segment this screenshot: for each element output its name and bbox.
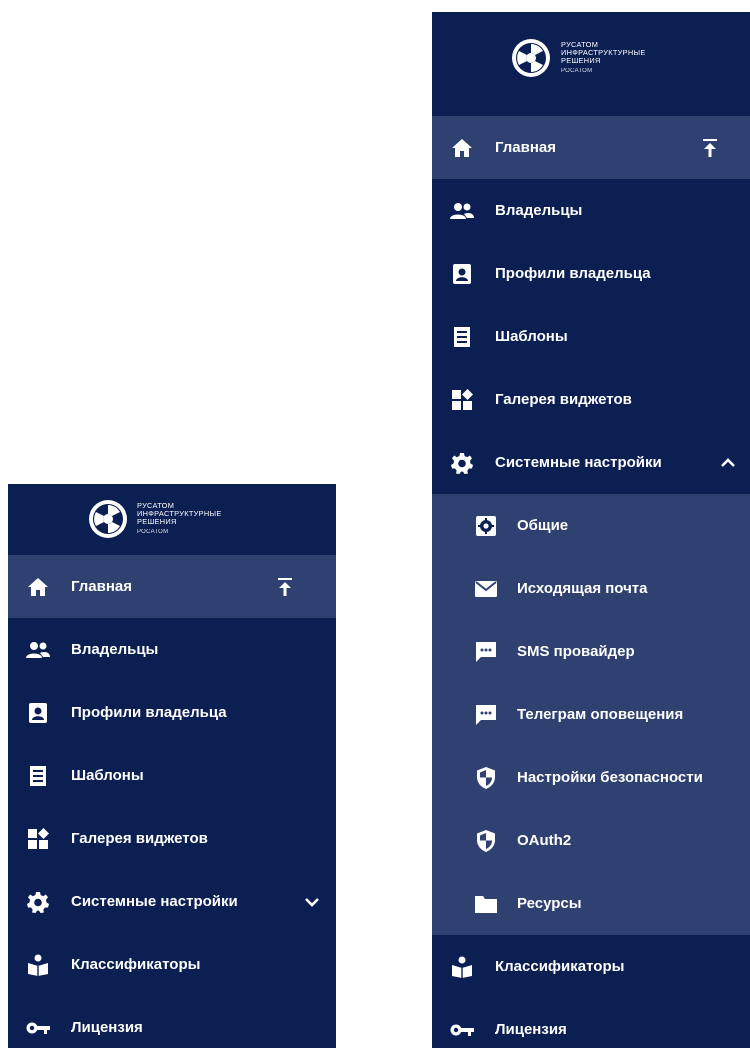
home-icon [26, 575, 50, 599]
subnav-item-label: Телеграм оповещения [517, 706, 684, 723]
nav-item-label: Шаблоны [495, 328, 568, 345]
pin-top-icon[interactable] [700, 138, 720, 158]
users-icon [26, 638, 50, 662]
folder-icon [474, 892, 498, 916]
subnav-item-telegram-notifications[interactable]: Телеграм оповещения [432, 683, 750, 746]
shield-icon [474, 766, 498, 790]
nav-item-owner-profiles[interactable]: Профили владельца [432, 242, 750, 305]
nav-item-label: Галерея виджетов [495, 391, 632, 408]
sidebar-expanded: РУСАТОМ ИНФРАСТРУКТУРНЫЕ РЕШЕНИЯ РОСАТОМ… [432, 12, 750, 1048]
template-icon [450, 325, 474, 349]
chevron-down-icon[interactable] [302, 892, 322, 912]
rosatom-logo-icon [512, 39, 550, 77]
subnav-item-general[interactable]: Общие [432, 494, 750, 557]
nav-item-widget-gallery[interactable]: Галерея виджетов [432, 368, 750, 431]
widgets-icon [26, 827, 50, 851]
gear-icon [450, 451, 474, 475]
nav-item-license[interactable]: Лицензия [432, 998, 750, 1048]
chevron-up-icon[interactable] [718, 453, 738, 473]
subnav-item-security-settings[interactable]: Настройки безопасности [432, 746, 750, 809]
nav-item-label: Лицензия [495, 1021, 567, 1038]
brand-text: РУСАТОМ ИНФРАСТРУКТУРНЫЕ РЕШЕНИЯ РОСАТОМ [561, 40, 646, 75]
nav-item-system-settings[interactable]: Системные настройки [432, 431, 750, 494]
classifier-icon [450, 955, 474, 979]
brand-logo[interactable]: РУСАТОМ ИНФРАСТРУКТУРНЫЕ РЕШЕНИЯ РОСАТОМ [432, 12, 750, 116]
subnav-item-label: Общие [517, 517, 569, 534]
nav-item-label: Системные настройки [71, 893, 238, 910]
users-icon [450, 199, 474, 223]
nav-item-system-settings[interactable]: Системные настройки [8, 870, 336, 933]
nav-item-label: Классификаторы [495, 958, 625, 975]
sidebar-collapsed: РУСАТОМ ИНФРАСТРУКТУРНЫЕ РЕШЕНИЯ РОСАТОМ… [8, 484, 336, 1048]
shield-icon [474, 829, 498, 853]
nav-item-label: Владельцы [495, 202, 583, 219]
nav-item-label: Профили владельца [71, 704, 227, 721]
subnav-item-label: Настройки безопасности [517, 769, 703, 786]
nav-item-label: Лицензия [71, 1019, 143, 1036]
rosatom-logo-icon [89, 500, 127, 538]
gear-icon [26, 890, 50, 914]
nav-item-templates[interactable]: Шаблоны [432, 305, 750, 368]
nav-item-label: Профили владельца [495, 265, 651, 282]
pin-top-icon[interactable] [275, 577, 295, 597]
template-icon [26, 764, 50, 788]
nav-item-home[interactable]: Главная [8, 555, 336, 618]
system-settings-submenu: Общие Исходящая почта SMS провайдер Теле… [432, 494, 750, 935]
brand-logo[interactable]: РУСАТОМ ИНФРАСТРУКТУРНЫЕ РЕШЕНИЯ РОСАТОМ [8, 484, 336, 555]
classifier-icon [26, 953, 50, 977]
nav-item-label: Системные настройки [495, 454, 662, 471]
subnav-item-label: SMS провайдер [517, 643, 635, 660]
nav-item-owner-profiles[interactable]: Профили владельца [8, 681, 336, 744]
message-icon [474, 703, 498, 727]
home-icon [450, 136, 474, 160]
nav-item-label: Главная [495, 139, 557, 156]
widgets-icon [450, 388, 474, 412]
nav-item-classifiers[interactable]: Классификаторы [432, 935, 750, 998]
gear-box-icon [474, 514, 498, 538]
subnav-item-resources[interactable]: Ресурсы [432, 872, 750, 935]
profile-icon [26, 701, 50, 725]
nav-item-classifiers[interactable]: Классификаторы [8, 933, 336, 996]
nav-item-templates[interactable]: Шаблоны [8, 744, 336, 807]
profile-icon [450, 262, 474, 286]
subnav-item-outgoing-mail[interactable]: Исходящая почта [432, 557, 750, 620]
nav-item-label: Галерея виджетов [71, 830, 208, 847]
mail-icon [474, 577, 498, 601]
nav-item-widget-gallery[interactable]: Галерея виджетов [8, 807, 336, 870]
nav-item-home[interactable]: Главная [432, 116, 750, 179]
nav-item-label: Классификаторы [71, 956, 201, 973]
nav-item-owners[interactable]: Владельцы [8, 618, 336, 681]
subnav-item-label: Исходящая почта [517, 580, 648, 597]
nav-item-label: Владельцы [71, 641, 159, 658]
nav-item-owners[interactable]: Владельцы [432, 179, 750, 242]
subnav-item-label: OAuth2 [517, 832, 572, 849]
key-icon [26, 1016, 50, 1040]
subnav-item-label: Ресурсы [517, 895, 582, 912]
subnav-item-oauth2[interactable]: OAuth2 [432, 809, 750, 872]
nav-item-license[interactable]: Лицензия [8, 996, 336, 1048]
message-icon [474, 640, 498, 664]
nav-item-label: Шаблоны [71, 767, 144, 784]
key-icon [450, 1018, 474, 1042]
nav-item-label: Главная [71, 578, 133, 595]
brand-text: РУСАТОМ ИНФРАСТРУКТУРНЫЕ РЕШЕНИЯ РОСАТОМ [137, 501, 222, 536]
subnav-item-sms-provider[interactable]: SMS провайдер [432, 620, 750, 683]
